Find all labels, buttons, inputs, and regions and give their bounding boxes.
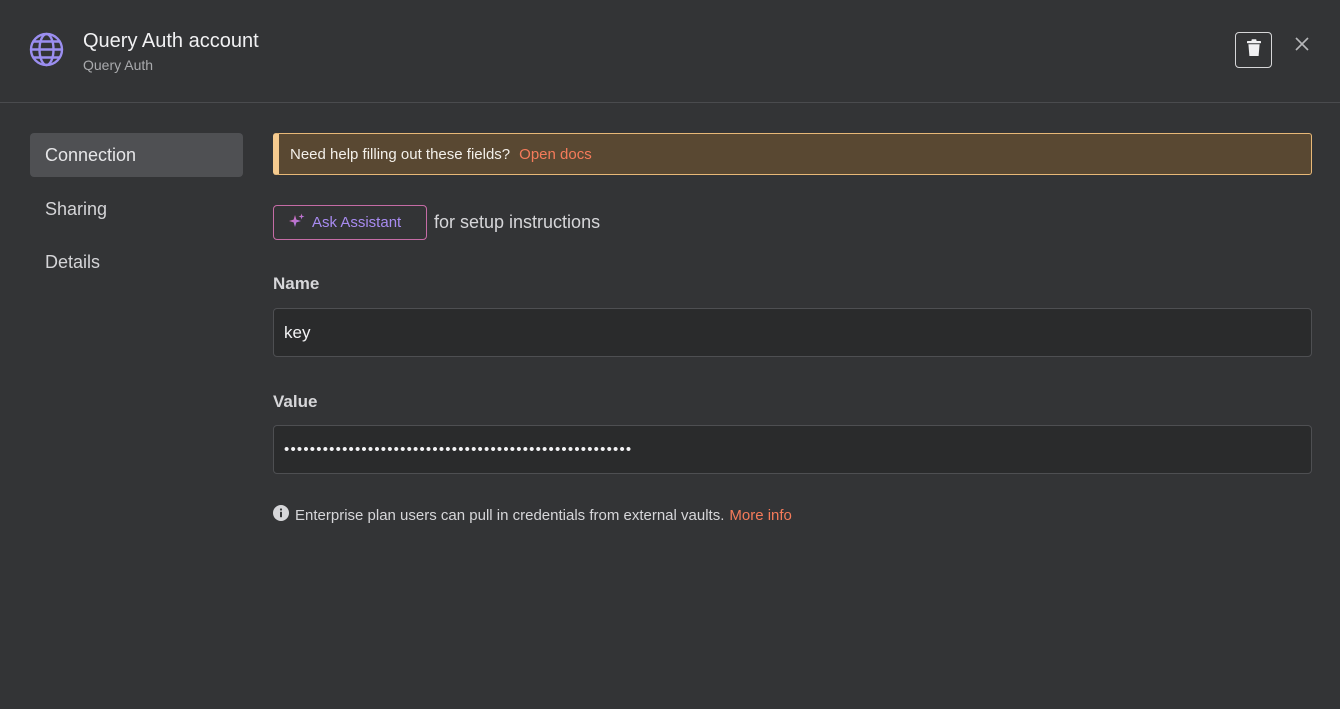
value-password-input[interactable]: ••••••••••••••••••••••••••••••••••••••••… [273, 425, 1312, 474]
assistant-suffix-text: for setup instructions [434, 212, 601, 232]
sidebar-item-label: Details [45, 251, 101, 272]
value-input-value: ••••••••••••••••••••••••••••••••••••••••… [284, 441, 633, 458]
sparkle-icon [289, 213, 312, 233]
info-icon [273, 505, 295, 525]
delete-button[interactable] [1235, 32, 1272, 68]
external-vaults-note: Enterprise plan users can pull in creden… [273, 505, 792, 525]
ask-assistant-label: Ask Assistant [312, 214, 402, 231]
more-info-link[interactable]: More info [729, 507, 792, 524]
page-subtitle: Query Auth [83, 57, 154, 73]
modal-header: Query Auth account Query Auth [0, 0, 1340, 103]
close-button[interactable] [1292, 36, 1312, 56]
trash-icon [1246, 38, 1262, 62]
open-docs-link[interactable]: Open docs [519, 146, 592, 163]
value-label: Value [273, 392, 318, 411]
info-text: Enterprise plan users can pull in creden… [295, 506, 725, 524]
close-icon [1295, 36, 1309, 56]
sidebar-item-sharing[interactable]: Sharing [30, 187, 243, 231]
page-title: Query Auth account [83, 30, 259, 52]
sidebar-item-connection[interactable]: Connection [30, 133, 243, 177]
help-banner: Need help filling out these fields? Open… [273, 133, 1312, 175]
banner-text: Need help filling out these fields? [290, 145, 511, 163]
sidebar-item-label: Connection [45, 144, 137, 165]
ask-assistant-button[interactable]: Ask Assistant [273, 205, 427, 240]
sidebar-item-label: Sharing [45, 198, 108, 219]
globe-icon [29, 32, 64, 67]
name-input-value: key [284, 322, 311, 342]
name-label: Name [273, 274, 320, 293]
sidebar-item-details[interactable]: Details [30, 240, 243, 284]
name-input[interactable]: key [273, 308, 1312, 357]
